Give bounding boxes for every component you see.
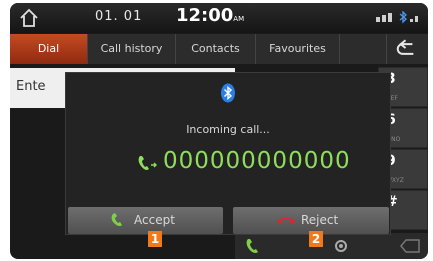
head-unit-screen: 01. 01 12:00AM Dial Call history Contact… [10, 3, 428, 259]
caller-number: 000000000000 [163, 148, 351, 174]
delete-icon[interactable] [400, 239, 420, 253]
home-icon[interactable] [18, 7, 40, 29]
status-bar: 01. 01 12:00AM [10, 3, 428, 33]
phone-icon [138, 156, 157, 170]
status-ampm: AM [233, 15, 245, 23]
status-time-value: 12:00 [176, 5, 234, 26]
accept-button[interactable]: Accept [68, 207, 223, 234]
tab-contacts[interactable]: Contacts [176, 34, 256, 64]
reject-label: Reject [301, 213, 339, 227]
accept-call-icon [111, 213, 122, 227]
status-time: 12:00AM [176, 5, 244, 26]
signal-bluetooth-icon [376, 11, 418, 24]
callout-badge-2: 2 [309, 231, 323, 247]
accept-label: Accept [134, 213, 175, 227]
callout-badge-1: 1 [148, 231, 162, 247]
number-entry-placeholder: Ente [16, 79, 46, 94]
dial-action-strip [235, 233, 428, 259]
status-date: 01. 01 [95, 9, 143, 24]
call-icon[interactable] [243, 236, 263, 256]
tab-call-history[interactable]: Call history [88, 34, 176, 64]
reject-button[interactable]: Reject [233, 207, 389, 234]
bluetooth-icon [221, 83, 235, 103]
incoming-call-message: Incoming call... [186, 123, 270, 136]
back-arrow-icon[interactable] [386, 34, 428, 64]
reject-call-icon [277, 218, 295, 224]
tab-favourites[interactable]: Favourites [256, 34, 340, 64]
tab-dial[interactable]: Dial [10, 34, 88, 64]
settings-icon[interactable] [333, 238, 349, 254]
incoming-call-popup: Incoming call... 000000000000 Accept Rej… [65, 72, 391, 235]
phone-tab-bar: Dial Call history Contacts Favourites [10, 34, 428, 64]
